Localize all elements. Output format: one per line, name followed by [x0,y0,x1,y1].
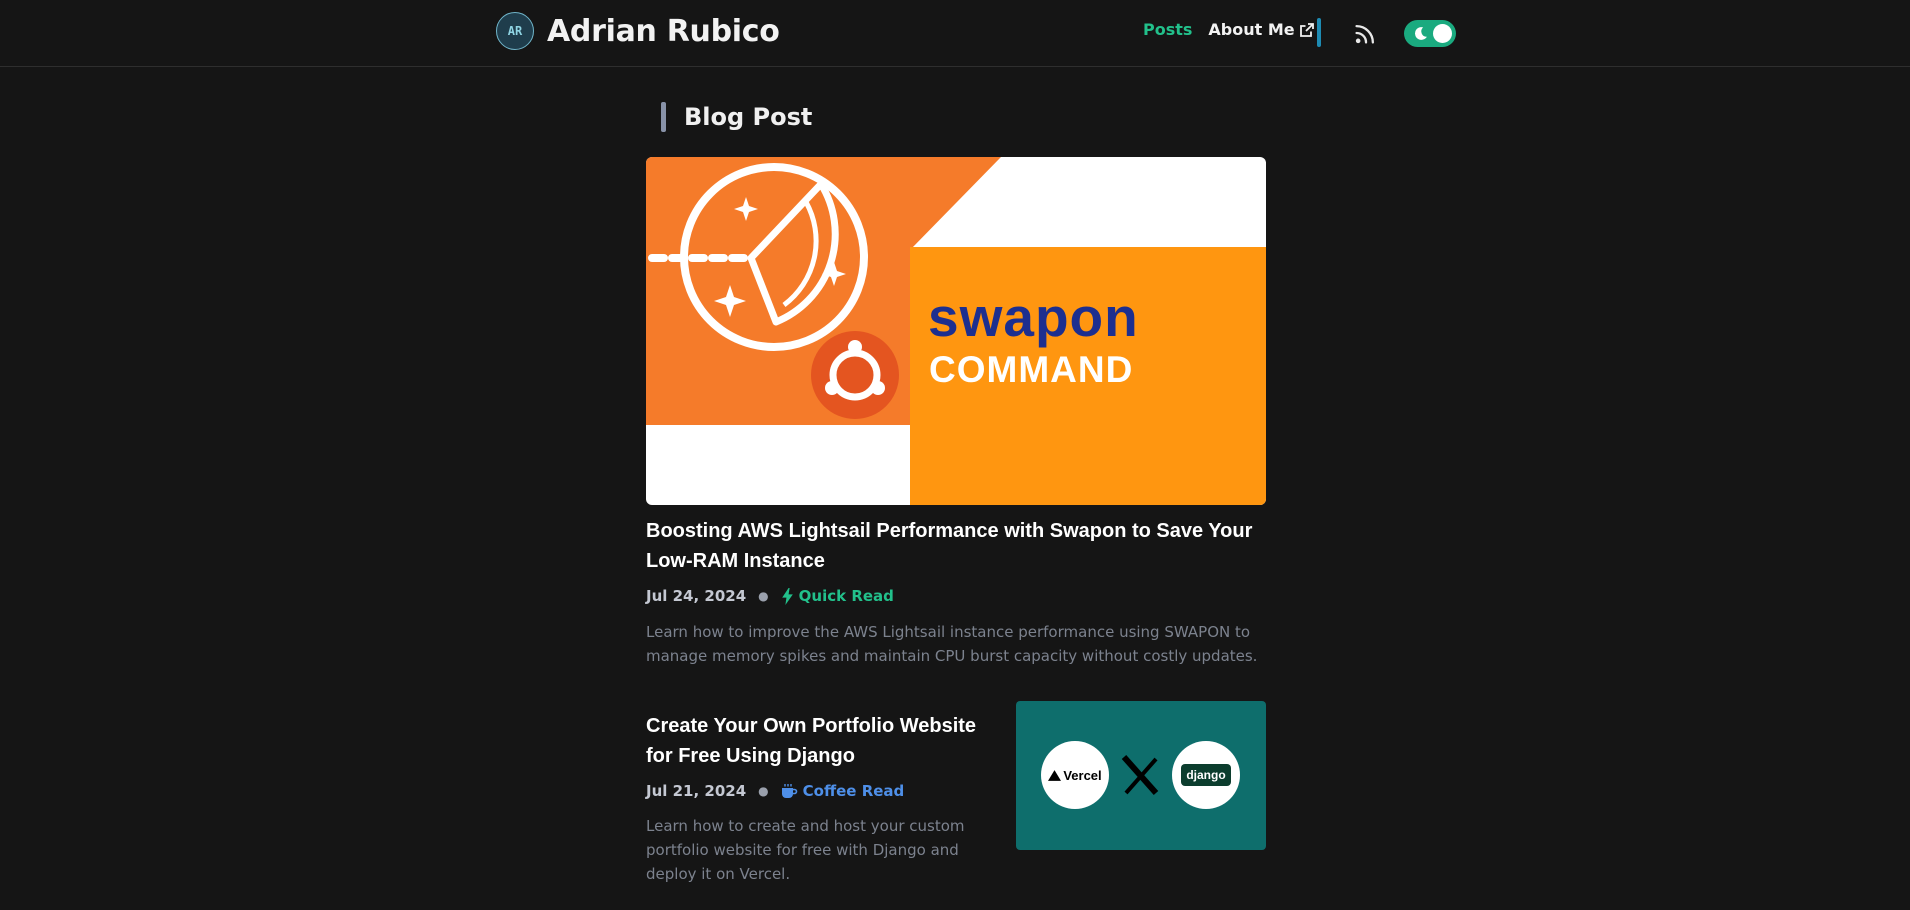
post-date: Jul 24, 2024 [646,587,747,605]
nav-separator [1317,18,1321,47]
main-nav: Posts About Me [1143,20,1315,39]
coffee-icon [781,784,797,798]
post-excerpt: Learn how to improve the AWS Lightsail i… [646,623,1258,665]
meta-separator-dot: ● [758,784,769,798]
brand-link[interactable]: AR Adrian Rubico [496,12,780,50]
post-date: Jul 21, 2024 [646,782,747,800]
post-thumbnail[interactable]: Vercel django [1016,701,1266,850]
site-logo: AR [496,12,534,50]
vercel-triangle-icon [1048,769,1062,781]
section-accent-bar [661,102,666,132]
post-title[interactable]: Create Your Own Portfolio Website for Fr… [646,711,991,771]
nav-about-link[interactable]: About Me [1208,20,1314,39]
hero-subtitle-text: COMMAND [929,349,1134,390]
post-title[interactable]: Boosting AWS Lightsail Performance with … [646,516,1266,576]
post-meta: Jul 21, 2024 ● Coffee Read [646,782,904,800]
hero-diagonal [911,157,1001,249]
site-title: Adrian Rubico [547,13,780,49]
vercel-logo-text: Vercel [1063,767,1102,783]
swap-emblem-icon [648,163,899,419]
toggle-knob [1433,24,1452,43]
read-time-label: Quick Read [798,587,894,605]
nav-posts-link[interactable]: Posts [1143,20,1192,39]
moon-icon [1415,27,1427,40]
post-excerpt: Learn how to create and host your custom… [646,817,965,883]
top-navbar: AR Adrian Rubico Posts About Me [0,0,1910,67]
rss-icon[interactable] [1355,23,1376,44]
theme-toggle[interactable] [1404,20,1456,47]
meta-separator-dot: ● [758,589,769,603]
read-time-badge: Quick Read [781,587,894,605]
hero-title-text: swapon [928,286,1139,348]
post-meta: Jul 24, 2024 ● Quick Read [646,587,894,605]
read-time-badge: Coffee Read [781,782,905,800]
nav-about-label: About Me [1208,20,1295,39]
django-logo: django [1172,741,1240,809]
lightning-icon [781,587,793,605]
read-time-label: Coffee Read [802,782,905,800]
cross-icon [1121,755,1159,795]
vercel-logo: Vercel [1041,741,1109,809]
django-logo-text: django [1181,764,1231,786]
post-hero-image[interactable]: swapon COMMAND [646,157,1266,505]
external-link-icon [1299,22,1314,37]
section-title: Blog Post [684,103,813,131]
section-heading: Blog Post [661,102,812,132]
